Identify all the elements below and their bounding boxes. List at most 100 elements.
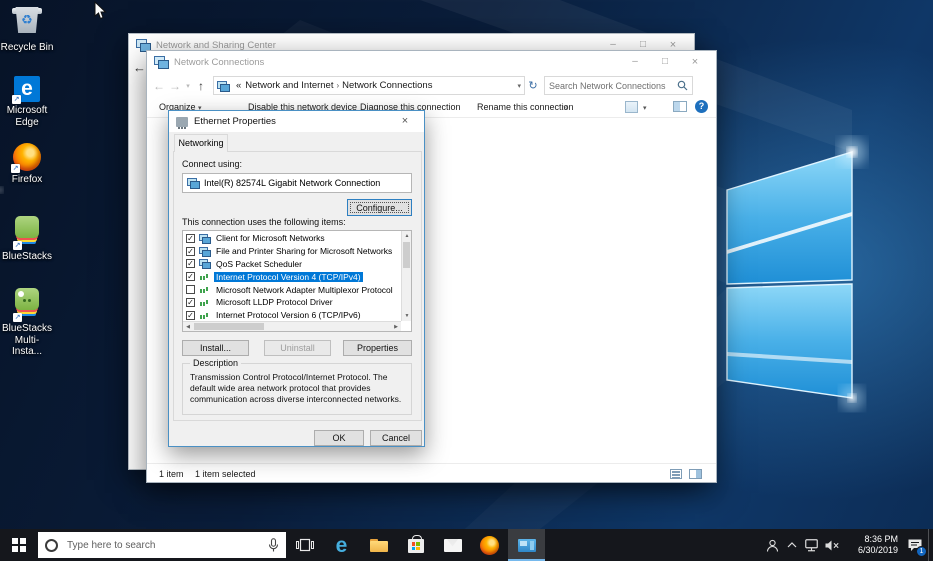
search-box[interactable]: [544, 76, 693, 95]
nsc-window-title: Network and Sharing Center: [156, 40, 276, 51]
adapter-icon: [187, 178, 199, 188]
rename-connection-command[interactable]: Rename this connection: [477, 102, 574, 112]
back-button[interactable]: ←: [151, 79, 167, 93]
taskbar-search-box[interactable]: [38, 532, 286, 558]
protocol-icon: [199, 298, 211, 307]
protocol-item[interactable]: ✓ Microsoft LLDP Protocol Driver: [184, 296, 400, 309]
breadcrumb-network-and-internet[interactable]: Network and Internet: [243, 80, 335, 91]
item-checkbox[interactable]: ✓: [186, 285, 195, 294]
breadcrumb-network-connections[interactable]: Network Connections: [340, 80, 434, 91]
ok-button[interactable]: OK: [314, 430, 364, 446]
dialog-ethernet-properties: Ethernet Properties × Networking Connect…: [168, 110, 425, 447]
protocol-item[interactable]: ✓ Microsoft Network Adapter Multiplexor …: [184, 283, 400, 296]
cortana-icon: [45, 539, 58, 552]
view-caret-icon[interactable]: ▾: [643, 104, 647, 112]
item-checkbox[interactable]: ✓: [186, 259, 195, 268]
preview-pane-button[interactable]: [673, 101, 687, 112]
desktop-icon-label: Microsoft Edge: [0, 105, 54, 128]
taskbar-search-input[interactable]: [67, 540, 268, 551]
mail-icon: [444, 539, 462, 552]
protocol-icon: [199, 311, 211, 320]
tab-networking[interactable]: Networking: [174, 134, 228, 152]
bluestacks-multi-icon: ↗: [15, 288, 39, 320]
taskbar-network-connections-button[interactable]: [508, 529, 545, 561]
protocol-item[interactable]: ✓ Internet Protocol Version 6 (TCP/IPv6): [184, 309, 400, 321]
shortcut-arrow-icon: ↗: [13, 241, 22, 250]
item-checkbox[interactable]: ✓: [186, 234, 195, 243]
file-explorer-icon: [370, 539, 388, 552]
protocol-list[interactable]: ✓ Client for Microsoft Networks ✓ File a…: [182, 230, 412, 332]
scrollbar-thumb[interactable]: [194, 323, 264, 330]
network-status-button[interactable]: [802, 529, 822, 561]
taskbar-edge-button[interactable]: e: [323, 529, 360, 561]
desktop-icon-microsoft-edge[interactable]: e ↗ Microsoft Edge: [0, 76, 54, 128]
show-desktop-button[interactable]: [928, 529, 933, 561]
forward-button[interactable]: →: [167, 79, 183, 93]
nsc-back-button[interactable]: ←: [133, 60, 146, 75]
cancel-button[interactable]: Cancel: [370, 430, 422, 446]
nc-minimize-button[interactable]: –: [620, 51, 650, 73]
desktop-icon-label: BlueStacks: [0, 251, 54, 263]
thumbnail-view-button[interactable]: [689, 469, 702, 479]
firefox-icon: ↗: [13, 143, 41, 171]
nc-close-button[interactable]: ×: [680, 51, 710, 73]
shortcut-arrow-icon: ↗: [13, 313, 22, 322]
search-input[interactable]: [549, 81, 677, 91]
horizontal-scrollbar[interactable]: ◀ ▶: [183, 321, 401, 331]
task-view-button[interactable]: [286, 529, 323, 561]
scroll-left-icon[interactable]: ◀: [183, 322, 193, 332]
item-checkbox[interactable]: ✓: [186, 272, 195, 281]
dialog-title: Ethernet Properties: [194, 116, 276, 127]
change-view-button[interactable]: [625, 101, 638, 113]
item-checkbox[interactable]: ✓: [186, 311, 195, 320]
properties-button[interactable]: Properties: [343, 340, 412, 356]
scrollbar-thumb[interactable]: [403, 242, 410, 268]
help-button[interactable]: ?: [695, 100, 708, 113]
install-button[interactable]: Install...: [182, 340, 249, 356]
address-bar[interactable]: « Network and Internet › Network Connect…: [213, 76, 525, 95]
scroll-up-icon[interactable]: ▲: [402, 231, 412, 241]
refresh-button[interactable]: ↻: [525, 79, 541, 92]
taskbar-store-button[interactable]: [397, 529, 434, 561]
volume-button[interactable]: [822, 529, 842, 561]
network-connections-app-icon: [518, 539, 536, 552]
taskbar-firefox-button[interactable]: [471, 529, 508, 561]
adapter-name: Intel(R) 82574L Gigabit Network Connecti…: [204, 178, 380, 188]
desktop-icon-recycle-bin[interactable]: ♻ Recycle Bin: [0, 3, 54, 54]
nc-status-bar: 1 item 1 item selected: [147, 463, 716, 482]
description-title: Description: [190, 358, 241, 368]
dialog-titlebar[interactable]: Ethernet Properties ×: [169, 111, 424, 132]
item-checkbox[interactable]: ✓: [186, 298, 195, 307]
tray-overflow-button[interactable]: [782, 529, 802, 561]
item-checkbox[interactable]: ✓: [186, 247, 195, 256]
scroll-right-icon[interactable]: ▶: [391, 322, 401, 332]
details-view-button[interactable]: [670, 469, 682, 479]
recent-pages-caret-icon[interactable]: ▾: [183, 82, 193, 90]
nc-maximize-button[interactable]: □: [650, 51, 680, 73]
taskbar-mail-button[interactable]: [434, 529, 471, 561]
dialog-close-button[interactable]: ×: [392, 111, 418, 132]
scroll-down-icon[interactable]: ▼: [402, 311, 412, 321]
vertical-scrollbar[interactable]: ▲ ▼: [401, 231, 411, 321]
start-button[interactable]: [0, 529, 38, 561]
microphone-icon[interactable]: [268, 538, 279, 553]
clock[interactable]: 8:36 PM 6/30/2019: [846, 534, 898, 557]
configure-button[interactable]: Configure...: [347, 199, 412, 216]
desktop-icon-label: BlueStacks Multi-Insta...: [0, 323, 54, 358]
breadcrumb-prefix: «: [234, 80, 243, 91]
up-button[interactable]: ↑: [193, 79, 209, 93]
more-commands-chevron[interactable]: »: [563, 102, 568, 112]
desktop-icon-firefox[interactable]: ↗ Firefox: [0, 143, 54, 186]
protocol-item[interactable]: ✓ Internet Protocol Version 4 (TCP/IPv4): [184, 270, 400, 283]
protocol-item[interactable]: ✓ QoS Packet Scheduler: [184, 258, 400, 271]
desktop-icon-bluestacks[interactable]: ↗ BlueStacks: [0, 216, 54, 263]
people-button[interactable]: [762, 529, 782, 561]
protocol-item[interactable]: ✓ Client for Microsoft Networks: [184, 232, 400, 245]
nc-titlebar[interactable]: Network Connections – □ ×: [147, 51, 716, 73]
protocol-item[interactable]: ✓ File and Printer Sharing for Microsoft…: [184, 245, 400, 258]
action-center-button[interactable]: 1: [902, 529, 928, 561]
desktop-icon-bluestacks-multi[interactable]: ↗ BlueStacks Multi-Insta...: [0, 288, 54, 358]
address-dropdown-caret-icon[interactable]: ▾: [513, 82, 521, 90]
taskbar-file-explorer-button[interactable]: [360, 529, 397, 561]
protocol-icon: [199, 247, 211, 256]
